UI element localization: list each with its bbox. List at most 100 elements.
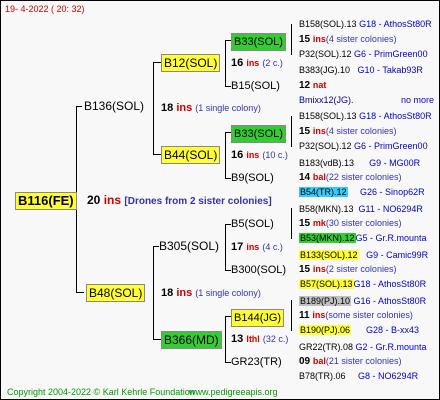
leaf-queen[interactable]: B158(SOL).13 [299,111,357,121]
root-info: 20 ins [Drones from 2 sister colonies] [87,193,272,209]
leaf-row: 14 bal(22 sister colonies) [299,170,401,185]
queen-b5[interactable]: B5(SOL) [231,217,274,231]
leaf-insemination: nat [312,80,327,90]
queen-b12[interactable]: B12(SOL) [161,54,221,72]
leaf-queen[interactable]: GR22(TR).08 [299,342,353,352]
leaf-queen[interactable]: B383(JG).10 [299,65,350,75]
queen-b15[interactable]: B15(SOL) [231,79,280,93]
leaf-insemination: ins [312,34,326,44]
leaf-queen[interactable]: P32(SOL).12 [299,141,352,151]
root-queen[interactable]: B116(FE) [15,192,77,210]
b44-note: (10 c.) [262,150,288,160]
b305-info: 17 ins (4 c.) [231,240,283,254]
connector [76,106,82,107]
copyright: Copyright 2004-2022 © Karl Kehrle Founda… [7,387,195,397]
connector [76,292,84,293]
leaf-queen[interactable]: P32(SOL).12 [299,49,352,59]
leaf-queen[interactable]: B54(TR).12 [299,187,348,197]
leaf-row: 12 nat [299,78,326,93]
leaf-queen[interactable]: B133(SOL).12 [299,250,359,260]
root-note: [Drones from 2 sister colonies] [124,196,272,207]
leaf-insemination: mk [312,218,326,228]
leaf-number: 15 [299,34,311,45]
b44-number: 16 [231,149,244,161]
leaf-origin: G18 - AthosSt80R [353,279,427,289]
leaf-number: 12 [299,80,311,91]
leaf-queen[interactable]: B190(PJ).06 [299,325,352,335]
date-header: 19- 4-2022 ( 20: 32) [5,4,85,14]
queen-b44[interactable]: B44(SOL) [161,146,221,164]
leaf-row: P32(SOL).12 G6 - PrimGreen00 [299,47,428,61]
leaf-row: no more [401,93,434,107]
leaf-queen[interactable]: Bmixx12(JG). [299,95,354,105]
connector [153,246,154,339]
root-insemination: ins [103,193,122,207]
leaf-origin: G8 - NO6294R [358,371,419,381]
leaf-queen[interactable]: B58(MKN).13 [299,204,354,214]
leaf-row: 15 ins(4 sister colonies) [299,32,396,47]
connector [153,62,154,154]
leaf-queen[interactable]: B189(PJ).10 [299,296,352,306]
leaf-row: B158(SOL).13 G18 - AthosSt80R [299,17,432,31]
b366-number: 13 [231,333,244,345]
leaf-row: 15 ins(4 sister colonies) [299,124,396,139]
b136-insemination: ins [176,102,193,114]
b48-number: 18 [161,287,174,299]
leaf-queen[interactable]: B57(SOL).13 [299,279,354,289]
b12-note: (2 c.) [262,58,283,68]
queen-b48[interactable]: B48(SOL) [86,284,146,302]
leaf-row: Bmixx12(JG). [299,93,354,107]
queen-b144[interactable]: B144(JG) [231,309,285,327]
b366-insemination: lthl [246,334,260,344]
b12-info: 16 ins (2 c.) [231,56,283,70]
leaf-row: B183(vdB).13 G9 - MG00R [299,156,420,170]
leaf-number: 15 [299,264,311,275]
queen-b300[interactable]: B300(SOL) [231,263,286,277]
leaf-row: B78(TR).06 G8 - NO6294R [299,369,418,383]
b305-note: (4 c.) [262,242,283,252]
leaf-number: 15 [299,218,311,229]
leaf-queen[interactable]: B78(TR).06 [299,371,346,381]
leaf-row: 15 ins(2 sister colonies) [299,262,396,277]
b48-note: (1 single colony) [195,288,261,298]
queen-b33-b[interactable]: B33(SOL) [231,125,286,143]
leaf-row: B158(SOL).13 G18 - AthosSt80R [299,109,432,123]
leaf-origin: G18 - AthosSt80R [359,19,432,29]
b305-number: 17 [231,241,244,253]
leaf-note: (2 sister colonies) [325,264,397,274]
leaf-queen[interactable]: B183(vdB).13 [299,158,354,168]
leaf-origin: G6 - PrimGreen00 [354,141,428,151]
site-link[interactable]: www.pedigreeapis.org [189,385,278,399]
leaf-note: (4 sister colonies) [325,34,397,44]
b136-number: 18 [161,102,174,114]
queen-b305[interactable]: B305(SOL) [159,239,219,253]
leaf-insemination: bal [312,356,326,366]
leaf-row: 09 bal(21 sister colonies) [299,354,401,369]
queen-b9[interactable]: B9(SOL) [231,171,274,185]
leaf-row: B383(JG).10 G10 - Takab93R [299,63,423,77]
leaf-number: 14 [299,172,311,183]
leaf-queen[interactable]: B53(MKN).12 [299,233,356,243]
b136-note: (1 single colony) [195,103,261,113]
leaf-insemination: bal [312,172,326,182]
leaf-origin: G9 - MG00R [369,158,421,168]
leaf-origin: G28 - B-xx43 [366,325,420,335]
leaf-queen[interactable]: B158(SOL).13 [299,19,357,29]
leaf-origin: G9 - Camic99R [366,250,429,260]
leaf-number: 11 [299,310,310,321]
b44-info: 16 ins (10 c.) [231,148,288,162]
b44-insemination: ins [246,150,260,160]
leaf-row: 15 mk(30 sister colonies) [299,216,401,231]
queen-b136[interactable]: B136(SOL) [84,99,144,113]
leaf-row: B189(PJ).10 G16 - AthosSt80R [299,294,426,308]
connector [225,316,226,362]
b305-insemination: ins [246,242,260,252]
connector [153,339,161,340]
queen-b366[interactable]: B366(MD) [161,331,222,349]
queen-gr23[interactable]: GR23(TR) [231,355,282,369]
connector [153,62,161,63]
leaf-origin: no more [401,95,435,105]
queen-b33-a[interactable]: B33(SOL) [231,33,286,51]
leaf-insemination: ins [312,126,326,136]
leaf-note: (22 sister colonies) [325,172,402,182]
